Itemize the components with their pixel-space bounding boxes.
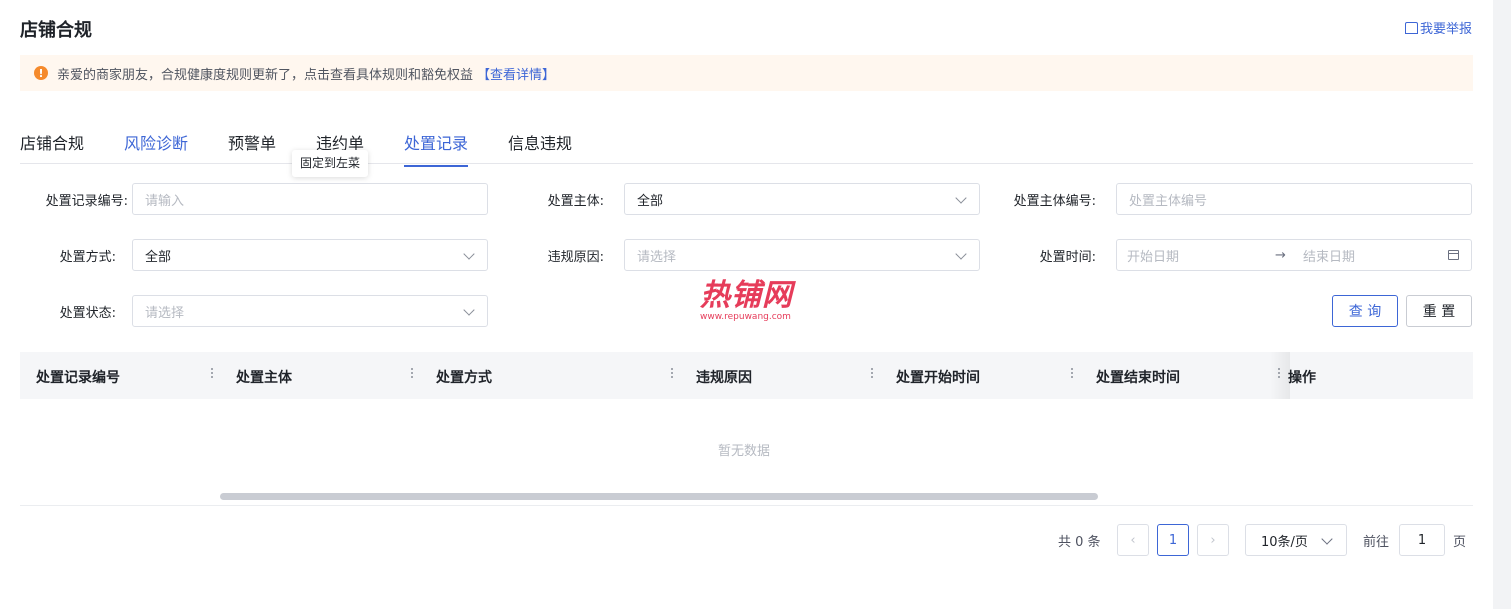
column-resize-handle[interactable]	[411, 368, 414, 380]
subject-label: 处置主体:	[547, 194, 604, 209]
subject-no-placeholder: 处置主体编号	[1129, 193, 1208, 209]
page-title: 店铺合规	[20, 20, 92, 41]
bell-icon	[1404, 21, 1418, 34]
prev-page-button[interactable]: ‹	[1117, 524, 1149, 556]
subject-select[interactable]: 全部	[624, 183, 980, 215]
col-method[interactable]: 处置方式	[436, 367, 492, 387]
chevron-down-icon	[463, 248, 475, 260]
column-resize-handle[interactable]	[1278, 368, 1281, 380]
chevron-down-icon	[955, 248, 967, 260]
tab-warning[interactable]: 预警单	[228, 130, 276, 154]
notice-detail-link[interactable]: 【查看详情】	[477, 64, 555, 83]
tab-info-violation[interactable]: 信息违规	[508, 130, 572, 154]
method-select[interactable]: 全部	[132, 239, 488, 271]
status-label: 处置状态:	[59, 306, 116, 321]
time-label: 处置时间:	[1039, 250, 1096, 265]
tab-store-compliance[interactable]: 店铺合规	[20, 130, 84, 154]
tab-bar: 店铺合规 风险诊断 预警单 违约单 处置记录 信息违规	[20, 118, 1473, 167]
calendar-icon	[1448, 250, 1459, 260]
col-subject[interactable]: 处置主体	[236, 367, 292, 387]
watermark-brand: 热铺网	[700, 278, 793, 313]
reset-button[interactable]: 重 置	[1406, 295, 1472, 327]
column-resize-handle[interactable]	[211, 368, 214, 380]
notice-text: 亲爱的商家朋友，合规健康度规则更新了，点击查看具体规则和豁免权益	[57, 67, 474, 83]
table-header: 处置记录编号 处置主体 处置方式 违规原因 处置开始时间 处置结束时间 操作	[20, 352, 1473, 399]
status-select[interactable]: 请选择	[132, 295, 488, 327]
record-no-label: 处置记录编号:	[45, 194, 128, 209]
end-date-placeholder: 结束日期	[1303, 249, 1356, 265]
warning-icon: !	[34, 66, 48, 80]
report-link[interactable]: 我要举报	[1404, 18, 1472, 37]
query-button[interactable]: 查 询	[1332, 295, 1398, 327]
chevron-down-icon	[463, 304, 475, 316]
col-start-time[interactable]: 处置开始时间	[896, 367, 980, 387]
tab-risk-diagnosis[interactable]: 风险诊断	[124, 130, 188, 154]
page-scrollbar-track[interactable]	[1493, 0, 1511, 609]
pin-tooltip: 固定到左菜	[292, 150, 369, 177]
status-placeholder: 请选择	[145, 305, 185, 321]
col-end-time[interactable]: 处置结束时间	[1096, 367, 1180, 387]
divider	[20, 505, 1473, 506]
col-record-no[interactable]: 处置记录编号	[36, 367, 120, 387]
empty-state-text: 暂无数据	[718, 444, 771, 459]
current-page-button[interactable]: 1	[1157, 524, 1189, 556]
column-resize-handle[interactable]	[1071, 368, 1074, 380]
range-arrow-icon: →	[1275, 247, 1286, 263]
start-date-placeholder: 开始日期	[1127, 249, 1180, 265]
reason-label: 违规原因:	[547, 250, 604, 265]
column-resize-handle[interactable]	[871, 368, 874, 380]
tab-disposal-records[interactable]: 处置记录	[404, 130, 469, 167]
col-reason[interactable]: 违规原因	[696, 367, 752, 387]
pagination-total: 共 0 条	[1058, 535, 1101, 550]
goto-label: 前往	[1363, 535, 1390, 550]
table-horizontal-scrollbar[interactable]	[220, 493, 1098, 500]
chevron-down-icon	[955, 192, 967, 204]
page: 店铺合规 我要举报 ! 亲爱的商家朋友，合规健康度规则更新了，点击查看具体规则和…	[0, 0, 1493, 609]
reason-placeholder: 请选择	[637, 249, 677, 265]
subject-no-label: 处置主体编号:	[1013, 194, 1096, 209]
column-resize-handle[interactable]	[671, 368, 674, 380]
goto-page-input[interactable]: 1	[1399, 524, 1445, 556]
col-actions[interactable]: 操作	[1288, 367, 1316, 387]
report-link-label: 我要举报	[1419, 22, 1472, 37]
record-no-placeholder: 请输入	[145, 193, 185, 209]
reason-select[interactable]: 请选择	[624, 239, 980, 271]
record-no-input[interactable]: 请输入	[132, 183, 488, 215]
watermark-logo: 热铺网 www.repuwang.com	[700, 278, 810, 330]
method-value: 全部	[145, 249, 172, 265]
notice-banner: ! 亲爱的商家朋友，合规健康度规则更新了，点击查看具体规则和豁免权益 【查看详情…	[20, 55, 1473, 91]
time-range-picker[interactable]: 开始日期 → 结束日期	[1116, 239, 1472, 271]
subject-value: 全部	[637, 193, 664, 209]
chevron-down-icon	[1321, 533, 1333, 545]
subject-no-input[interactable]: 处置主体编号	[1116, 183, 1472, 215]
next-page-button[interactable]: ›	[1197, 524, 1229, 556]
watermark-url: www.repuwang.com	[700, 312, 791, 322]
goto-suffix: 页	[1453, 535, 1467, 550]
page-size-value: 10条/页	[1261, 534, 1308, 550]
page-size-select[interactable]: 10条/页	[1245, 524, 1347, 556]
method-label: 处置方式:	[59, 250, 116, 265]
